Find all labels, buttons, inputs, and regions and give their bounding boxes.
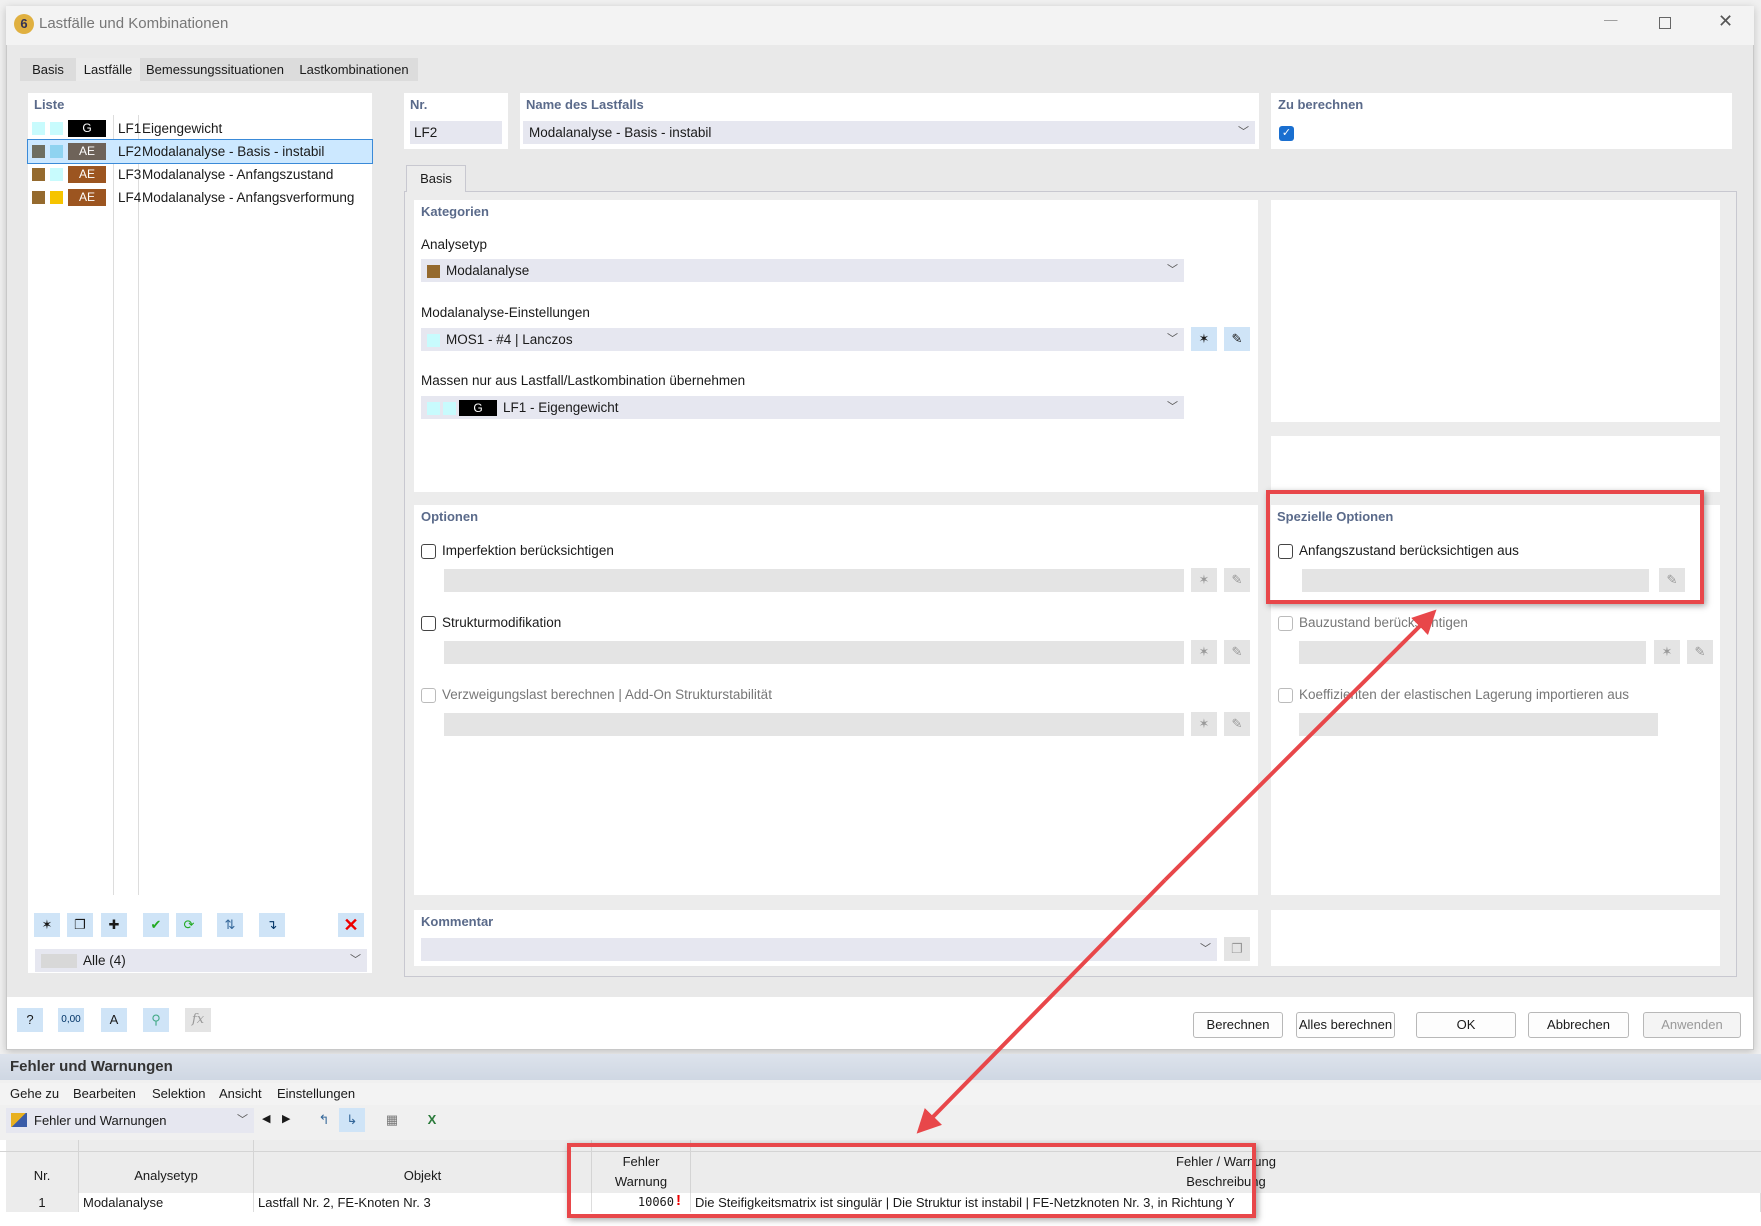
annotation-arrow	[916, 609, 1437, 1134]
arrow-up	[1163, 609, 1437, 882]
arrow-down	[916, 878, 1167, 1134]
